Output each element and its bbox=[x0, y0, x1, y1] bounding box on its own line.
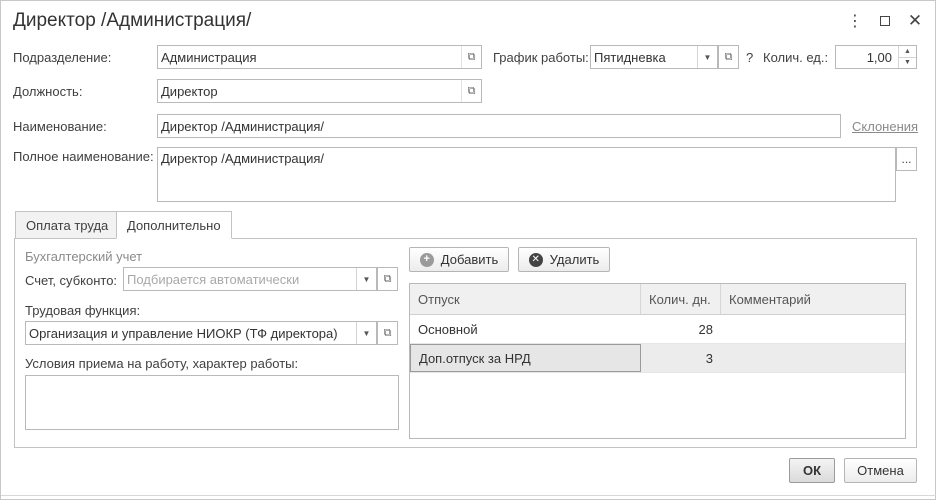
delete-button-label: Удалить bbox=[549, 252, 600, 267]
open-form-icon[interactable]: ⧉ bbox=[461, 46, 481, 68]
column-header-days[interactable]: Колич. дн. bbox=[641, 284, 721, 314]
dropdown-arrow-icon[interactable]: ▼ bbox=[697, 46, 717, 68]
dropdown-arrow-icon[interactable]: ▼ bbox=[356, 268, 376, 290]
units-value: 1,00 bbox=[866, 49, 892, 65]
labor-function-value: Организация и управление НИОКР (ТФ дирек… bbox=[29, 325, 338, 341]
open-form-icon: ⧉ bbox=[383, 326, 392, 339]
open-form-icon: ⧉ bbox=[383, 272, 392, 285]
schedule-open-button[interactable]: ⧉ bbox=[718, 45, 739, 69]
units-label: Колич. ед.: bbox=[763, 50, 829, 65]
dropdown-arrow-icon[interactable]: ▼ bbox=[356, 322, 376, 344]
open-form-icon: ⧉ bbox=[724, 50, 733, 63]
account-open-button[interactable]: ⧉ bbox=[377, 267, 398, 291]
delete-button[interactable]: ✕ Удалить bbox=[518, 247, 610, 272]
account-select[interactable]: Подбирается автоматически ▼ bbox=[123, 267, 377, 291]
division-value: Администрация bbox=[161, 49, 257, 65]
name-input[interactable]: Директор /Администрация/ bbox=[157, 114, 841, 138]
open-form-icon[interactable]: ⧉ bbox=[461, 80, 481, 102]
conditions-label: Условия приема на работу, характер работ… bbox=[25, 356, 299, 371]
maximize-icon[interactable] bbox=[875, 11, 895, 31]
name-value: Директор /Администрация/ bbox=[161, 118, 325, 134]
accounting-header: Бухгалтерский учет bbox=[25, 249, 143, 264]
labor-function-label: Трудовая функция: bbox=[25, 303, 141, 318]
account-label: Счет, субконто: bbox=[25, 273, 118, 288]
cell-days[interactable]: 28 bbox=[641, 315, 721, 343]
dialog-window: Директор /Администрация/ ⋮ ✕ Подразделен… bbox=[0, 0, 936, 500]
close-icon[interactable]: ✕ bbox=[905, 11, 925, 31]
fullname-textarea[interactable]: Директор /Администрация/ bbox=[157, 147, 896, 202]
table-header: Отпуск Колич. дн. Комментарий bbox=[410, 284, 905, 315]
schedule-label: График работы: bbox=[493, 50, 589, 65]
vacations-table[interactable]: Отпуск Колич. дн. Комментарий Основной 2… bbox=[409, 283, 906, 439]
position-field[interactable]: Директор ⧉ bbox=[157, 79, 482, 103]
column-header-comment[interactable]: Комментарий bbox=[721, 284, 905, 314]
x-circle-icon: ✕ bbox=[528, 252, 543, 267]
position-label: Должность: bbox=[13, 84, 83, 99]
account-placeholder: Подбирается автоматически bbox=[127, 271, 300, 287]
column-header-vacation[interactable]: Отпуск bbox=[410, 284, 641, 314]
add-button[interactable]: + Добавить bbox=[409, 247, 509, 272]
cell-comment[interactable] bbox=[721, 315, 905, 343]
table-row[interactable]: Доп.отпуск за НРД 3 bbox=[410, 344, 905, 373]
fullname-label: Полное наименование: bbox=[13, 149, 154, 164]
division-label: Подразделение: bbox=[13, 50, 112, 65]
window-title: Директор /Администрация/ bbox=[13, 10, 252, 31]
name-label: Наименование: bbox=[13, 119, 107, 134]
table-row[interactable]: Основной 28 bbox=[410, 315, 905, 344]
cancel-button[interactable]: Отмена bbox=[844, 458, 917, 483]
add-button-label: Добавить bbox=[440, 252, 499, 267]
fullname-ellipsis-button[interactable]: ... bbox=[896, 147, 917, 171]
declension-link[interactable]: Склонения bbox=[852, 119, 918, 134]
units-input[interactable]: 1,00 ▲ ▼ bbox=[835, 45, 917, 69]
cell-comment[interactable] bbox=[721, 344, 905, 372]
schedule-value: Пятидневка bbox=[594, 49, 666, 65]
position-value: Директор bbox=[161, 83, 218, 99]
cell-vacation[interactable]: Доп.отпуск за НРД bbox=[410, 344, 641, 372]
ok-button[interactable]: ОК bbox=[789, 458, 835, 483]
help-mark[interactable]: ? bbox=[746, 50, 753, 65]
labor-function-select[interactable]: Организация и управление НИОКР (ТФ дирек… bbox=[25, 321, 377, 345]
spin-up-icon[interactable]: ▲ bbox=[899, 46, 916, 58]
division-field[interactable]: Администрация ⧉ bbox=[157, 45, 482, 69]
conditions-textarea[interactable] bbox=[25, 375, 399, 430]
spin-down-icon[interactable]: ▼ bbox=[899, 58, 916, 69]
more-actions-icon[interactable]: ⋮ bbox=[845, 11, 865, 31]
fullname-value: Директор /Администрация/ bbox=[161, 151, 325, 166]
units-spinner[interactable]: ▲ ▼ bbox=[898, 46, 916, 68]
labor-function-open-button[interactable]: ⧉ bbox=[377, 321, 398, 345]
cell-vacation[interactable]: Основной bbox=[410, 315, 641, 343]
schedule-select[interactable]: Пятидневка ▼ bbox=[590, 45, 718, 69]
plus-circle-icon: + bbox=[419, 252, 434, 267]
tab-payment[interactable]: Оплата труда bbox=[15, 211, 120, 239]
bottom-divider bbox=[1, 495, 936, 496]
cell-days[interactable]: 3 bbox=[641, 344, 721, 372]
tab-additional[interactable]: Дополнительно bbox=[116, 211, 232, 239]
